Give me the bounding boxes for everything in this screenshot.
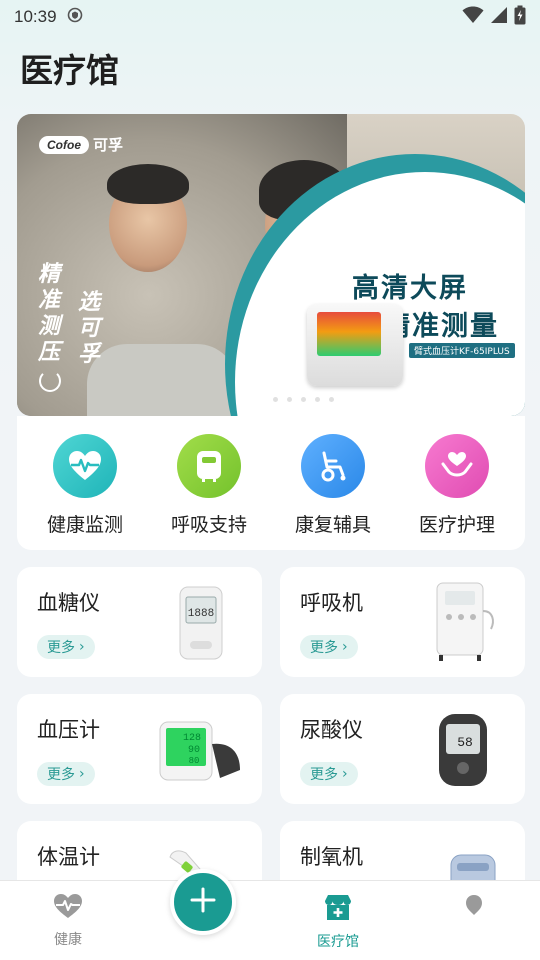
product-name: 呼吸机 <box>300 591 363 615</box>
ventilator-image <box>436 582 494 661</box>
care-hand-heart-icon <box>425 434 489 498</box>
product-card-bp-monitor[interactable]: 血压计 更多 › 128 90 80 <box>17 694 262 804</box>
more-label: 更多 <box>47 767 75 783</box>
wheelchair-icon <box>301 434 365 498</box>
uric-acid-meter-readout: 58 <box>457 735 473 750</box>
category-label: 康复辅具 <box>294 514 371 536</box>
product-card-ventilator[interactable]: 呼吸机 更多 › <box>280 567 525 677</box>
product-name: 血压计 <box>37 718 100 742</box>
banner-dot[interactable] <box>329 397 334 402</box>
chevron-right-icon: › <box>342 766 348 782</box>
product-name: 体温计 <box>37 845 100 869</box>
more-button[interactable]: 更多 › <box>300 762 358 786</box>
chevron-right-icon: › <box>79 639 85 655</box>
glucose-meter-readout: 1888 <box>188 608 214 620</box>
brand-logo: Cofoe 可孚 <box>39 134 123 155</box>
bottom-nav: 健康 医疗馆 <box>0 880 540 960</box>
banner-person-man <box>87 344 237 416</box>
nav-label: 健康 <box>54 932 82 948</box>
banner-pagination <box>259 397 334 402</box>
glucose-meter-image: 1888 <box>179 586 223 660</box>
chevron-right-icon: › <box>79 766 85 782</box>
nav-medical-store[interactable]: 医疗馆 <box>298 893 378 951</box>
heartbeat-icon <box>53 434 117 498</box>
product-name: 制氧机 <box>300 845 363 869</box>
more-button[interactable]: 更多 › <box>37 762 95 786</box>
uric-acid-meter-image: 58 <box>439 714 487 786</box>
category-label: 健康监测 <box>46 514 123 536</box>
smile-icon <box>39 370 61 392</box>
brand-logo-cn: 可孚 <box>93 136 124 154</box>
banner-slogan-right: 选可孚 <box>77 290 100 367</box>
bp-monitor-image: 128 90 80 <box>159 721 240 781</box>
more-label: 更多 <box>47 640 75 656</box>
product-name: 尿酸仪 <box>300 718 363 742</box>
product-card-uric-acid-meter[interactable]: 尿酸仪 更多 › 58 <box>280 694 525 804</box>
nav-label: 医疗馆 <box>317 934 359 950</box>
nav-profile[interactable] <box>434 893 514 921</box>
category-rehab-aids[interactable]: 康复辅具 <box>277 434 389 550</box>
plus-icon <box>190 887 216 917</box>
bp-monitor-readout-diastolic: 90 <box>188 745 200 756</box>
page-title: 医疗馆 <box>20 51 119 90</box>
oxygen-machine-icon <box>177 434 241 498</box>
status-bar: 10:39 <box>0 0 540 34</box>
banner-product-label: 臂式血压计KF-65IPLUS <box>409 343 515 358</box>
category-label: 医疗护理 <box>418 514 495 536</box>
category-menu: 健康监测 呼吸支持 康复辅具 医疗护理 <box>17 416 525 550</box>
banner-headline-1: 高清大屏 <box>352 273 468 304</box>
brand-logo-mark: Cofoe <box>39 135 89 154</box>
category-respiratory-support[interactable]: 呼吸支持 <box>153 434 265 550</box>
shield-status-icon <box>67 7 83 28</box>
banner-dot[interactable] <box>259 397 264 402</box>
medical-store-icon <box>323 893 353 925</box>
battery-icon <box>514 5 526 30</box>
banner-dot[interactable] <box>287 397 292 402</box>
more-button[interactable]: 更多 › <box>37 635 95 659</box>
profile-icon <box>462 893 486 921</box>
banner-person-man-hair <box>107 164 189 204</box>
product-card-glucose-meter[interactable]: 血糖仪 更多 › 1888 <box>17 567 262 677</box>
cellular-signal-icon <box>490 6 508 29</box>
banner-bp-monitor-image <box>307 304 403 386</box>
more-label: 更多 <box>310 640 338 656</box>
chevron-right-icon: › <box>342 639 348 655</box>
category-medical-care[interactable]: 医疗护理 <box>401 434 513 550</box>
more-label: 更多 <box>310 767 338 783</box>
category-label: 呼吸支持 <box>170 514 247 536</box>
banner-dot[interactable] <box>301 397 306 402</box>
heart-pulse-icon <box>53 893 83 923</box>
banner-dot[interactable] <box>315 397 320 402</box>
product-name: 血糖仪 <box>37 591 100 615</box>
bp-monitor-readout-pulse: 80 <box>189 756 200 766</box>
add-button[interactable] <box>170 869 236 935</box>
promo-banner[interactable]: Cofoe 可孚 精准测压 选可孚 高清大屏 精准测量 臂式血压计KF-65IP… <box>17 114 525 416</box>
banner-dot[interactable] <box>273 397 278 402</box>
category-health-monitoring[interactable]: 健康监测 <box>29 434 141 550</box>
banner-slogan-left: 精准测压 <box>37 262 60 365</box>
bp-monitor-readout-systolic: 128 <box>183 733 201 744</box>
more-button[interactable]: 更多 › <box>300 635 358 659</box>
status-time: 10:39 <box>14 7 57 26</box>
nav-health[interactable]: 健康 <box>28 893 108 949</box>
wifi-icon <box>462 6 484 29</box>
